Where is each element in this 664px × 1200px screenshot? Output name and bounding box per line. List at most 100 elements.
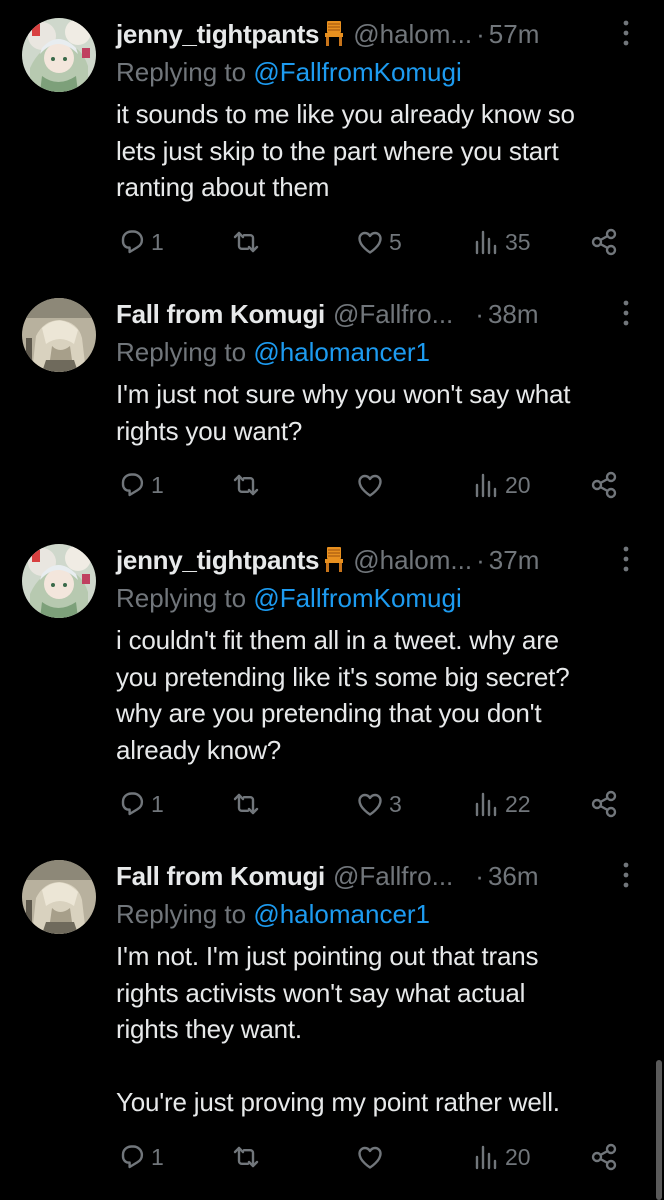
share-icon [588, 1141, 620, 1173]
display-name[interactable]: Fall from Komugi [116, 299, 325, 329]
replying-to: Replying to @halomancer1 [116, 898, 430, 930]
retweet-icon [230, 788, 262, 820]
views-button[interactable]: 20 [470, 468, 531, 502]
reply-count: 1 [151, 1143, 164, 1170]
avatar[interactable] [22, 544, 96, 618]
reply-icon [116, 226, 148, 258]
like-button[interactable]: 5 [354, 225, 402, 259]
retweet-button[interactable] [230, 787, 265, 821]
tweet-actions: 1 20 [116, 468, 636, 502]
user-handle[interactable]: @halom... [353, 19, 472, 49]
tweet-actions: 1 3 22 [116, 787, 636, 821]
tweet-actions: 1 5 35 [116, 225, 636, 259]
avatar[interactable] [22, 18, 96, 92]
views-icon [470, 469, 502, 501]
tweet-header: jenny_tightpants @halom... · 57m [116, 18, 604, 50]
reply-count: 1 [151, 228, 164, 255]
share-button[interactable] [588, 468, 620, 502]
replying-to-prefix: Replying to [116, 899, 254, 929]
user-handle[interactable]: @Fallfro... [333, 299, 453, 329]
reply-button[interactable]: 1 [116, 787, 164, 821]
tweet-item[interactable]: Fall from Komugi @Fallfro... · 36m Replying… [0, 842, 664, 1200]
share-button[interactable] [588, 225, 620, 259]
reply-mention-link[interactable]: @halomancer1 [253, 337, 430, 367]
retweet-icon [230, 226, 262, 258]
heart-icon [354, 469, 386, 501]
view-count: 35 [505, 228, 531, 255]
tweet-actions: 1 20 [116, 1140, 636, 1174]
reply-mention-link[interactable]: @FallfromKomugi [253, 583, 461, 613]
reply-count: 1 [151, 790, 164, 817]
tweet-text: I'm just not sure why you won't say what… [116, 379, 571, 446]
tweet-text: it sounds to me like you already know so… [116, 99, 575, 202]
reply-button[interactable]: 1 [116, 1140, 164, 1174]
view-count: 20 [505, 1143, 531, 1170]
more-options-icon[interactable] [616, 860, 636, 890]
share-button[interactable] [588, 1140, 620, 1174]
timestamp[interactable]: 37m [489, 545, 540, 575]
user-handle[interactable]: @Fallfro... [333, 861, 453, 891]
retweet-button[interactable] [230, 468, 265, 502]
retweet-icon [230, 1141, 262, 1173]
dot-separator: · [475, 299, 484, 329]
replying-to: Replying to @halomancer1 [116, 336, 430, 368]
timestamp[interactable]: 38m [488, 299, 539, 329]
display-name[interactable]: jenny_tightpants [116, 19, 320, 49]
dot-separator: · [475, 861, 484, 891]
tweet-header: Fall from Komugi @Fallfro... · 36m [116, 860, 604, 892]
views-icon [470, 226, 502, 258]
views-button[interactable]: 35 [470, 225, 531, 259]
tweet-item[interactable]: jenny_tightpants @halom... · 37m Replying t… [0, 526, 664, 842]
share-icon [588, 469, 620, 501]
reply-icon [116, 788, 148, 820]
view-count: 22 [505, 790, 531, 817]
views-icon [470, 788, 502, 820]
dot-separator: · [476, 545, 485, 575]
like-count: 5 [389, 228, 402, 255]
replying-to: Replying to @FallfromKomugi [116, 56, 462, 88]
retweet-button[interactable] [230, 1140, 265, 1174]
like-button[interactable] [354, 1140, 389, 1174]
tweet-item[interactable]: jenny_tightpants @halom... · 57m Replying t… [0, 0, 664, 280]
replying-to-prefix: Replying to [116, 57, 254, 87]
retweet-button[interactable] [230, 225, 265, 259]
share-icon [588, 226, 620, 258]
display-name[interactable]: Fall from Komugi [116, 861, 325, 891]
dot-separator: · [476, 19, 485, 49]
scrollbar[interactable] [656, 1060, 662, 1200]
heart-icon [354, 226, 386, 258]
views-button[interactable]: 22 [470, 787, 531, 821]
more-options-icon[interactable] [616, 544, 636, 574]
tweet-text: i couldn't fit them all in a tweet. why … [116, 625, 570, 765]
view-count: 20 [505, 471, 531, 498]
views-button[interactable]: 20 [470, 1140, 531, 1174]
views-icon [470, 1141, 502, 1173]
heart-icon [354, 788, 386, 820]
reply-mention-link[interactable]: @FallfromKomugi [253, 57, 461, 87]
timestamp[interactable]: 36m [488, 861, 539, 891]
like-button[interactable] [354, 468, 389, 502]
like-button[interactable]: 3 [354, 787, 402, 821]
chair-icon [323, 545, 345, 580]
tweet-item[interactable]: Fall from Komugi @Fallfro... · 38m Replying… [0, 280, 664, 526]
avatar[interactable] [22, 298, 96, 372]
more-options-icon[interactable] [616, 18, 636, 48]
display-name[interactable]: jenny_tightpants [116, 545, 320, 575]
tweet-header: Fall from Komugi @Fallfro... · 38m [116, 298, 604, 330]
user-handle[interactable]: @halom... [353, 545, 472, 575]
like-count: 3 [389, 790, 402, 817]
avatar[interactable] [22, 860, 96, 934]
reply-button[interactable]: 1 [116, 468, 164, 502]
reply-button[interactable]: 1 [116, 225, 164, 259]
retweet-icon [230, 469, 262, 501]
reply-icon [116, 469, 148, 501]
reply-mention-link[interactable]: @halomancer1 [253, 899, 430, 929]
timestamp[interactable]: 57m [489, 19, 540, 49]
reply-icon [116, 1141, 148, 1173]
more-options-icon[interactable] [616, 298, 636, 328]
share-button[interactable] [588, 787, 620, 821]
replying-to-prefix: Replying to [116, 583, 254, 613]
reply-count: 1 [151, 471, 164, 498]
replying-to: Replying to @FallfromKomugi [116, 582, 462, 614]
replying-to-prefix: Replying to [116, 337, 254, 367]
